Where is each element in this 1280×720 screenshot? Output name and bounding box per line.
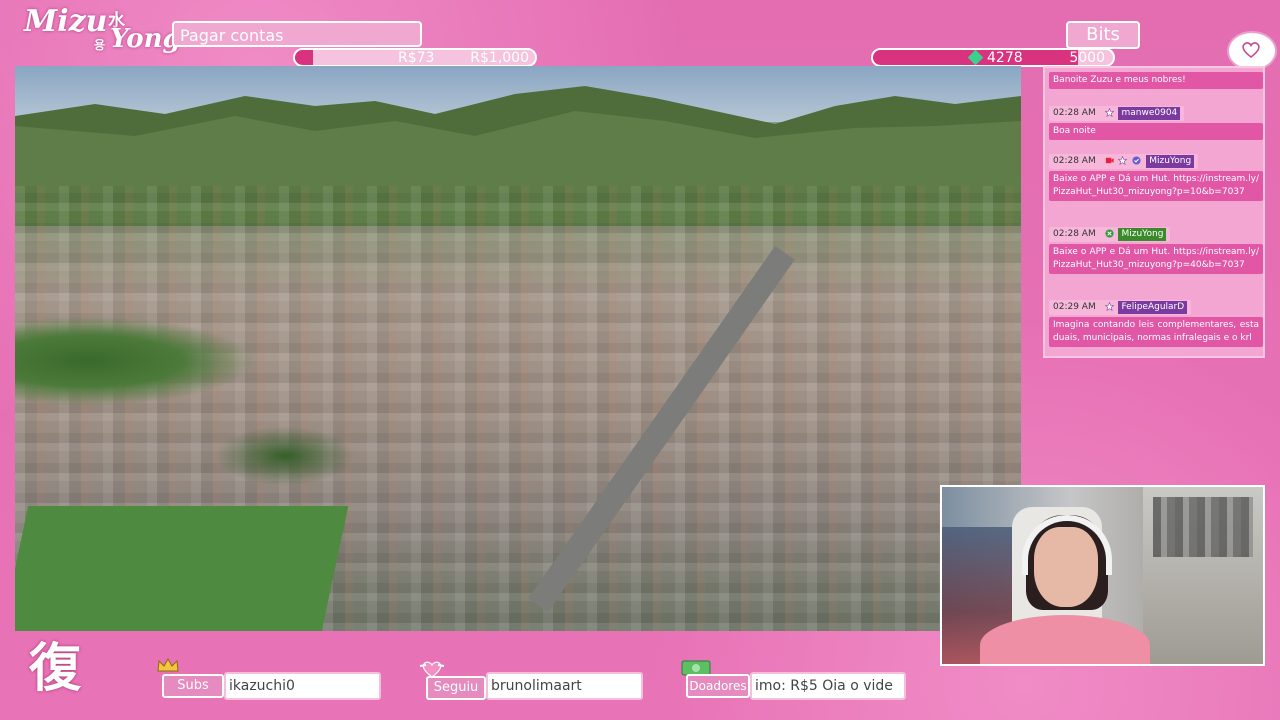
goal-max: R$1,000 (470, 50, 529, 66)
chat-message: 02:28 AM MizuYong Baixe o APP e Dá um Hu… (1049, 148, 1263, 201)
chat-message-text: Boa noite (1049, 123, 1263, 140)
brand-line2: Yong (110, 24, 181, 54)
chat-panel[interactable]: Banoite Zuzu e meus nobres! 02:28 AM man… (1043, 66, 1265, 358)
chat-username[interactable]: MizuYong (1146, 155, 1195, 168)
chat-message: 02:28 AM manwe0904 Boa noite (1049, 100, 1263, 140)
bits-label: Bits (1066, 21, 1140, 49)
brand-kanji-small: 용 (94, 38, 106, 52)
chat-message-meta: 02:28 AM MizuYong (1049, 227, 1171, 242)
kanji-logo: 復 (28, 639, 81, 699)
chat-message-meta: 02:28 AM MizuYong (1049, 154, 1199, 169)
goal-current: R$73 (398, 50, 435, 66)
chat-message-text: Imagina contando leis complementares, es… (1049, 317, 1263, 347)
donors-label: Doadores (686, 674, 750, 698)
bits-max: 5000 (1069, 50, 1105, 66)
chat-message-text: Banoite Zuzu e meus nobres! (1049, 72, 1263, 89)
chat-message: 02:29 AM FelipeAgularD Imagina contando … (1049, 294, 1263, 347)
verified-icon (1132, 156, 1141, 165)
follow-label: Seguiu (426, 676, 486, 700)
star-icon (1118, 156, 1128, 165)
game-video-feed (15, 66, 1021, 631)
follow-value: brunolimaart (486, 672, 643, 700)
bot-icon (1105, 229, 1114, 238)
chat-message-meta: 02:29 AM FelipeAgularD (1049, 300, 1192, 315)
chat-message: 02:28 AM MizuYong Baixe o APP e Dá um Hu… (1049, 221, 1263, 274)
goal-title: Pagar contas (172, 21, 422, 47)
chat-message: Banoite Zuzu e meus nobres! (1049, 70, 1263, 89)
chat-message-text: Baixe o APP e Dá um Hut. https://instrea… (1049, 244, 1263, 274)
chat-time: 02:28 AM (1053, 229, 1096, 239)
heart-chat-icon (1227, 31, 1277, 71)
subs-label: Subs (162, 674, 224, 698)
crown-icon (157, 657, 179, 672)
brand-logo: Mizu 水 용 Yong (24, 4, 181, 64)
webcam-feed (940, 485, 1265, 666)
broadcaster-icon (1105, 157, 1114, 164)
brand-line1: Mizu (24, 4, 108, 39)
chat-time: 02:29 AM (1053, 302, 1096, 312)
star-icon (1104, 108, 1114, 117)
chat-time: 02:28 AM (1053, 108, 1096, 118)
chat-username[interactable]: manwe0904 (1118, 107, 1181, 120)
goal-progress-bar: R$73 R$1,000 (293, 48, 537, 67)
chat-message-text: Baixe o APP e Dá um Hut. https://instrea… (1049, 171, 1263, 201)
bits-current: 4278 (987, 50, 1023, 66)
bits-progress-bar: 4278 5000 (871, 48, 1115, 67)
subs-value: ikazuchi0 (224, 672, 381, 700)
star-icon (1104, 302, 1114, 311)
chat-username[interactable]: FelipeAgularD (1118, 301, 1188, 314)
chat-username[interactable]: MizuYong (1118, 228, 1167, 241)
chat-message-meta: 02:28 AM manwe0904 (1049, 106, 1185, 121)
donors-ticker: imo: R$5 Oia o vide (750, 672, 906, 700)
chat-time: 02:28 AM (1053, 156, 1096, 166)
goal-progress-fill (295, 50, 313, 65)
